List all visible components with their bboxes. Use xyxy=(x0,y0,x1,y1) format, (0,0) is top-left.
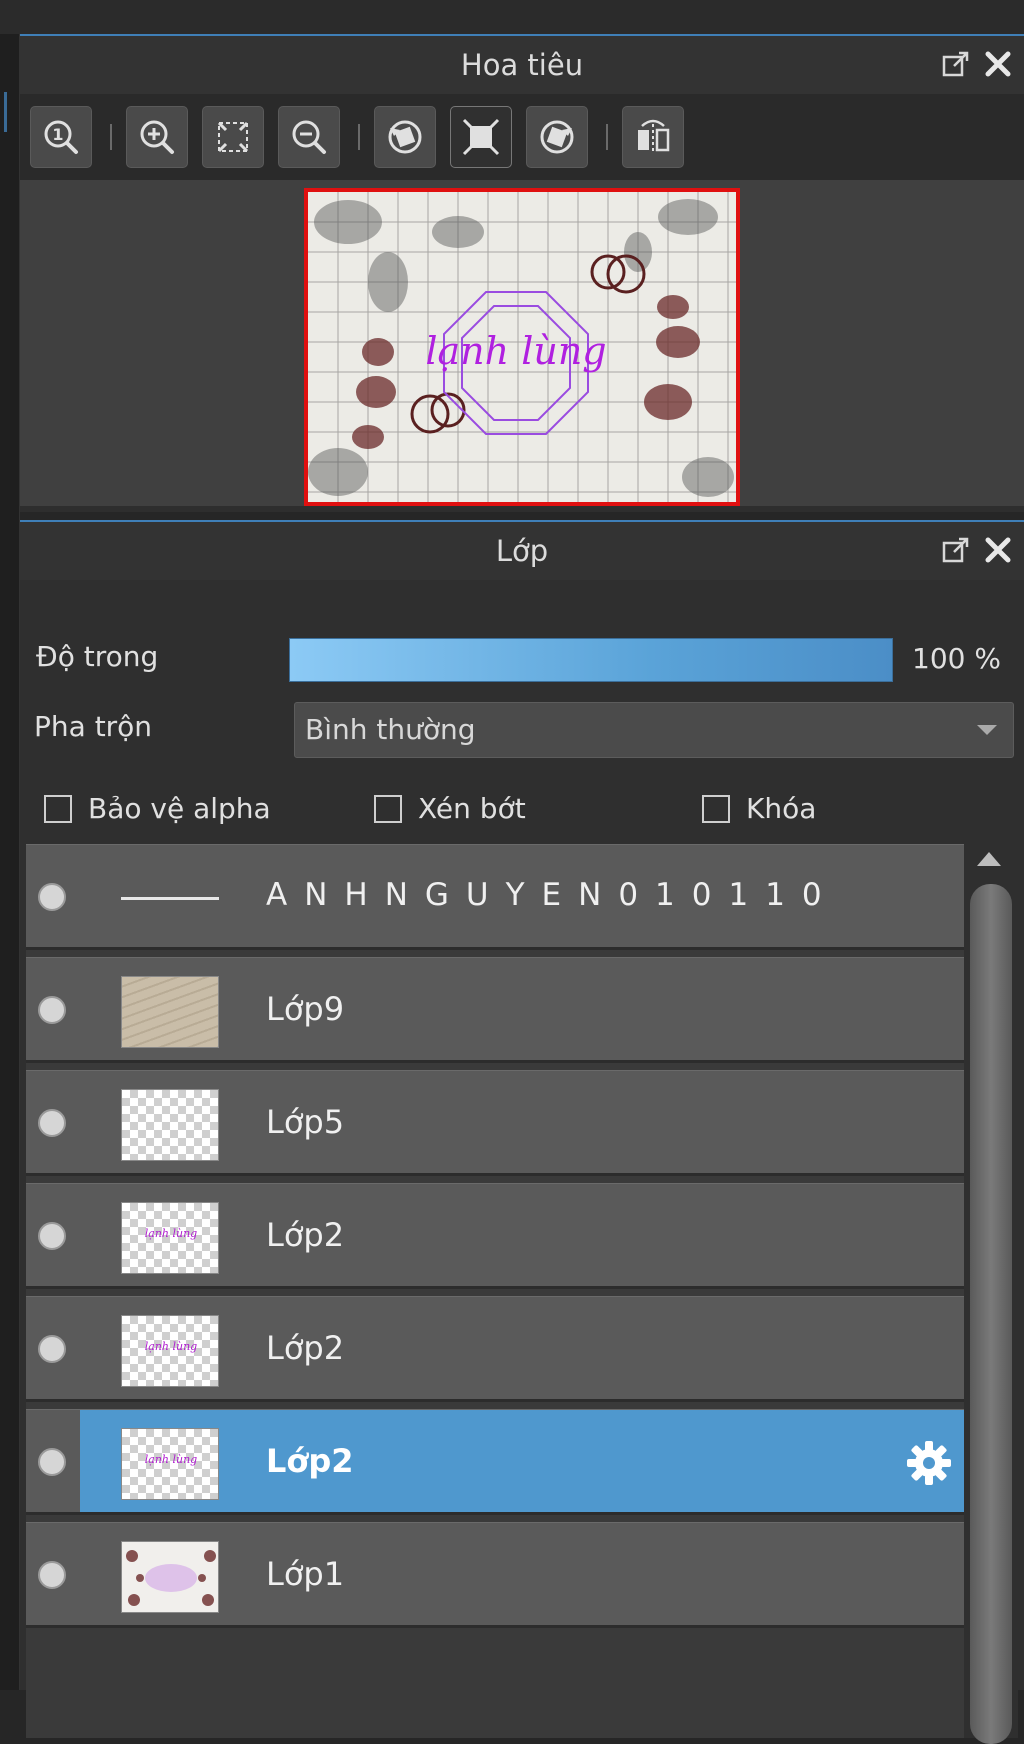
checkbox-box[interactable] xyxy=(702,794,730,823)
canvas-preview-artwork: lạnh lùng xyxy=(308,192,736,502)
clip-checkbox[interactable]: Xén bớt xyxy=(374,792,526,825)
layer-name: Lớp2 xyxy=(266,1442,354,1480)
preview-text: lạnh lùng xyxy=(425,329,606,373)
thumbnail-text: lạnh lùng xyxy=(144,1453,198,1466)
layers-body: Độ trong 100 % Pha trộn Bình thường Bảo … xyxy=(20,580,1024,1744)
layer-row[interactable]: Lớp5 xyxy=(26,1070,964,1176)
left-dock-strip xyxy=(0,34,20,1690)
navigator-title: Hoa tiêu xyxy=(460,48,584,82)
layer-thumbnail xyxy=(121,1089,219,1161)
zoom-out-icon xyxy=(292,120,326,154)
navigator-toolbar: 1 xyxy=(20,94,1024,180)
layer-thumbnail xyxy=(121,1541,219,1613)
navigator-panel: Hoa tiêu 1 lạnh lùng xyxy=(20,34,1024,512)
flip-horizontal-button[interactable] xyxy=(622,106,684,168)
blend-mode-value: Bình thường xyxy=(305,713,476,746)
layer-row[interactable]: lạnh lùng Lớp2 xyxy=(26,1183,964,1289)
layer-name: Lớp9 xyxy=(266,990,345,1028)
visibility-toggle[interactable] xyxy=(38,1448,66,1476)
navigator-view[interactable]: lạnh lùng xyxy=(20,180,1024,512)
layer-name: ANHNGUYEN010110 xyxy=(266,877,839,913)
float-panel-icon[interactable] xyxy=(940,534,972,566)
visibility-toggle[interactable] xyxy=(38,1109,66,1137)
navigator-header: Hoa tiêu xyxy=(20,34,1024,94)
layer-thumbnail: lạnh lùng xyxy=(121,1315,219,1387)
zoom-in-button[interactable] xyxy=(126,106,188,168)
layer-name: Lớp5 xyxy=(266,1103,345,1141)
layer-row[interactable]: Lớp1 xyxy=(26,1522,964,1628)
layer-thumbnail: lạnh lùng xyxy=(121,1428,219,1500)
scrollbar-thumb[interactable] xyxy=(970,884,1012,1744)
close-icon[interactable] xyxy=(982,48,1014,80)
visibility-toggle[interactable] xyxy=(38,1222,66,1250)
zoom-actual-size-icon: 1 xyxy=(44,120,78,154)
blend-mode-select[interactable]: Bình thường xyxy=(294,702,1014,758)
visibility-toggle[interactable] xyxy=(38,1561,66,1589)
rotate-left-icon xyxy=(388,120,422,154)
layers-panel: Lớp Độ trong 100 % Pha trộn Bình thường … xyxy=(20,520,1024,1744)
thumbnail-text: lạnh lùng xyxy=(144,1227,198,1240)
visibility-toggle[interactable] xyxy=(38,883,66,911)
layer-list: ANHNGUYEN010110 Lớp9 Lớp5 lạnh lùng Lớp2 xyxy=(26,844,964,1738)
zoom-actual-size-button[interactable]: 1 xyxy=(30,106,92,168)
opacity-slider[interactable] xyxy=(289,638,893,682)
layer-thumbnail xyxy=(121,863,219,935)
close-icon[interactable] xyxy=(982,534,1014,566)
visibility-toggle[interactable] xyxy=(38,996,66,1024)
layer-thumbnail: lạnh lùng xyxy=(121,1202,219,1274)
canvas-preview[interactable]: lạnh lùng xyxy=(304,188,740,506)
scroll-up-icon[interactable] xyxy=(977,852,1001,866)
lock-label: Khóa xyxy=(746,792,817,825)
layers-title: Lớp xyxy=(495,534,549,568)
protect-alpha-label: Bảo vệ alpha xyxy=(88,792,271,825)
thumbnail-artwork xyxy=(126,1550,216,1606)
app-top-strip xyxy=(0,0,1024,34)
reset-view-icon xyxy=(462,118,500,156)
rotate-left-button[interactable] xyxy=(374,106,436,168)
layer-name: Lớp2 xyxy=(266,1216,345,1254)
layer-row[interactable]: ANHNGUYEN010110 xyxy=(26,844,964,950)
checkbox-box[interactable] xyxy=(44,794,72,823)
svg-text:1: 1 xyxy=(52,125,63,144)
float-panel-icon[interactable] xyxy=(940,48,972,80)
fit-to-window-icon xyxy=(217,121,249,153)
flip-horizontal-icon xyxy=(638,119,670,152)
opacity-label: Độ trong xyxy=(36,640,159,673)
checkbox-box[interactable] xyxy=(374,794,402,823)
gear-icon[interactable] xyxy=(904,1438,954,1488)
layer-row[interactable]: Lớp9 xyxy=(26,957,964,1063)
layer-row-selected[interactable]: lạnh lùng Lớp2 xyxy=(26,1409,964,1515)
zoom-out-button[interactable] xyxy=(278,106,340,168)
clip-label: Xén bớt xyxy=(418,792,526,825)
lock-checkbox[interactable]: Khóa xyxy=(702,792,816,825)
layer-thumbnail xyxy=(121,976,219,1048)
layer-name: Lớp1 xyxy=(266,1555,345,1593)
fit-to-window-button[interactable] xyxy=(202,106,264,168)
layers-header: Lớp xyxy=(20,520,1024,580)
rotate-right-icon xyxy=(540,120,574,154)
reset-view-button[interactable] xyxy=(450,106,512,168)
chevron-down-icon xyxy=(977,725,997,735)
layer-list-scrollbar[interactable] xyxy=(964,844,1018,1744)
thumbnail-text: lạnh lùng xyxy=(144,1340,198,1353)
opacity-value: 100 % xyxy=(912,642,1001,675)
zoom-in-icon xyxy=(140,120,174,154)
protect-alpha-checkbox[interactable]: Bảo vệ alpha xyxy=(44,792,271,825)
rotate-right-button[interactable] xyxy=(526,106,588,168)
blend-mode-label: Pha trộn xyxy=(34,710,153,743)
visibility-toggle[interactable] xyxy=(38,1335,66,1363)
layer-row[interactable]: lạnh lùng Lớp2 xyxy=(26,1296,964,1402)
layer-name: Lớp2 xyxy=(266,1329,345,1367)
